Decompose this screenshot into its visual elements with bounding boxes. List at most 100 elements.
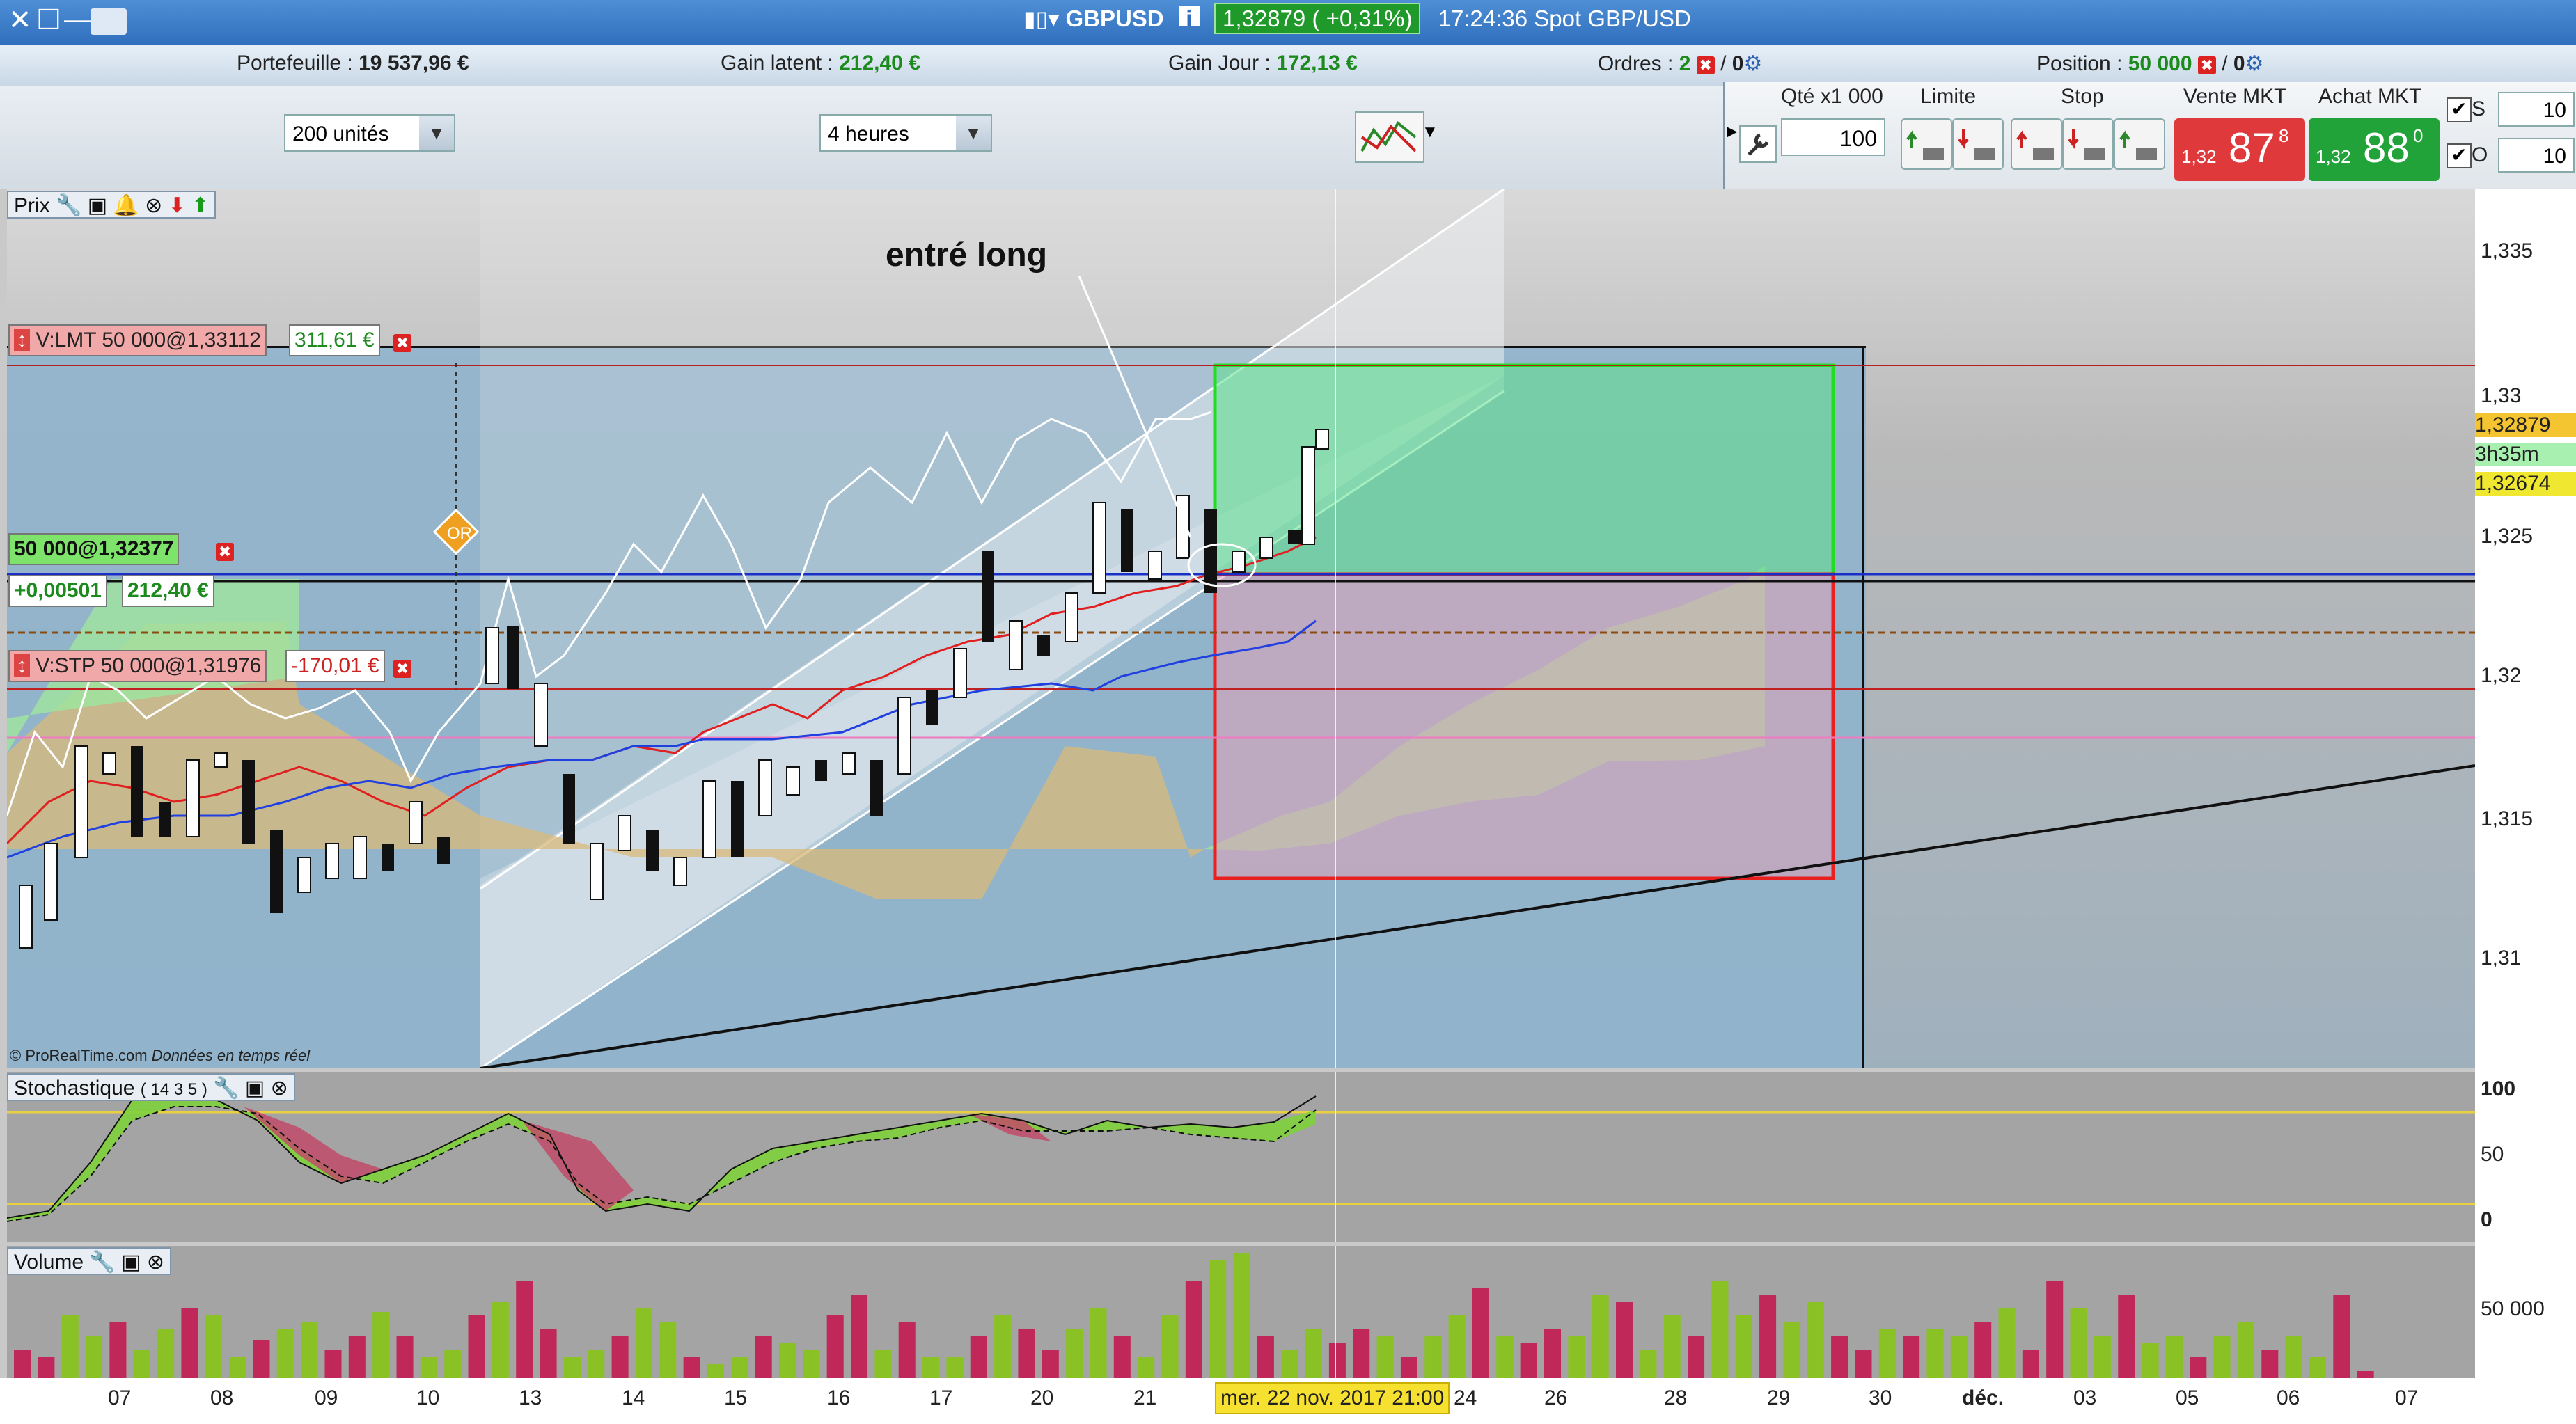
maximize-icon[interactable]: ☐ bbox=[36, 4, 61, 36]
target-distance-input[interactable]: 10 bbox=[2498, 138, 2575, 173]
gear-icon[interactable]: ⚙ bbox=[1743, 52, 1762, 75]
price-chart[interactable]: entré long OR Prix 🔧 ▣ 🔔 ⊗ ⬇ ⬆ ↕ V:LMT 5… bbox=[7, 189, 2475, 1068]
wrench-icon[interactable]: 🔧 bbox=[89, 1251, 115, 1274]
copyright: © ProRealTime.com Données en temps réel bbox=[10, 1047, 310, 1065]
move-up-icon[interactable]: ⬆ bbox=[191, 194, 209, 217]
sell-market-button[interactable]: 1,32 87 8 bbox=[2174, 118, 2305, 181]
volume-bar bbox=[109, 1322, 127, 1378]
wrench-icon[interactable]: 🔧 bbox=[56, 194, 81, 217]
time-axis[interactable]: 07 08 09 10 13 14 15 16 17 20 21 24 26 2… bbox=[0, 1378, 2475, 1424]
expand-icon[interactable]: ▶ bbox=[1727, 122, 1737, 140]
stop-checkbox[interactable]: ✔ bbox=[2447, 97, 2472, 122]
buy-stop-icon[interactable] bbox=[2011, 118, 2062, 170]
close-icon[interactable]: ✕ bbox=[8, 4, 32, 36]
limit-order-tag[interactable]: ↕ V:LMT 50 000@1,33112 bbox=[8, 324, 267, 356]
stop-order-loss: -170,01 € bbox=[285, 650, 385, 682]
minimize-icon[interactable]: — bbox=[64, 4, 92, 35]
wrench-icon[interactable]: 🔧 bbox=[213, 1077, 239, 1100]
info-icon[interactable]: i bbox=[1178, 6, 1200, 31]
volume-bar bbox=[2213, 1336, 2231, 1378]
volume-bar bbox=[1878, 1329, 1896, 1378]
chart-toolbar: 200 unités ▼ 4 heures ▼ ▼ bbox=[0, 86, 1727, 189]
stop-distance-input[interactable]: 10 bbox=[2498, 92, 2575, 127]
cancel-orders-icon[interactable]: ✖ bbox=[1696, 56, 1715, 74]
stochastic-canvas[interactable] bbox=[6, 1072, 2475, 1242]
volume-bar bbox=[731, 1357, 748, 1378]
gear-icon[interactable]: ⚙ bbox=[2245, 52, 2264, 75]
indicators-dropdown-icon[interactable]: ▼ bbox=[1422, 122, 1438, 142]
date-tick: 21 bbox=[1133, 1386, 1157, 1409]
window-icon[interactable]: ▣ bbox=[245, 1077, 265, 1100]
portfolio-value: 19 537,96 € bbox=[359, 52, 469, 74]
window-icon[interactable]: ▣ bbox=[121, 1251, 141, 1274]
symbol-label[interactable]: GBPUSD bbox=[1065, 6, 1163, 31]
price-tick: 1,33 bbox=[2481, 384, 2522, 407]
volume-bar bbox=[922, 1357, 940, 1378]
cancel-limit-order-icon[interactable]: ✖ bbox=[393, 334, 411, 352]
stop-label: Stop bbox=[2061, 85, 2104, 108]
position-tag[interactable]: 50 000@1,32377 bbox=[8, 533, 180, 565]
close-position-tag-icon[interactable]: ✖ bbox=[216, 543, 234, 561]
position-price-marker: 1,32674 bbox=[2475, 472, 2576, 496]
close-icon[interactable]: ⊗ bbox=[145, 194, 162, 217]
sell-stop-icon[interactable] bbox=[2062, 118, 2114, 170]
position-value[interactable]: 50 000 bbox=[2128, 52, 2192, 75]
date-tick: 05 bbox=[2176, 1386, 2199, 1409]
sell-limit-icon[interactable] bbox=[1952, 118, 2004, 170]
volume-bar bbox=[635, 1308, 652, 1378]
buy-price-small: 1,32 bbox=[2316, 146, 2351, 167]
volume-panel[interactable]: Volume 🔧 ▣ ⊗ bbox=[7, 1246, 2475, 1378]
indicators-icon[interactable] bbox=[1355, 111, 1424, 163]
chevron-down-icon[interactable]: ▼ bbox=[956, 116, 991, 150]
keyboard-icon[interactable] bbox=[91, 8, 127, 35]
volume-bar bbox=[1233, 1253, 1250, 1378]
drag-handle-icon[interactable]: ↕ bbox=[14, 329, 30, 351]
candle-countdown: 3h35m bbox=[2475, 443, 2576, 466]
volume-bar bbox=[1544, 1329, 1562, 1378]
volume-bar bbox=[683, 1357, 700, 1378]
window-icon[interactable]: ▣ bbox=[88, 194, 107, 217]
volume-bar bbox=[1903, 1336, 1920, 1378]
stochastic-panel[interactable]: Stochastique ( 14 3 5 ) 🔧 ▣ ⊗ bbox=[6, 1072, 2475, 1242]
price-chart-canvas[interactable]: entré long OR bbox=[7, 189, 2475, 1068]
orders-zero: 0 bbox=[1731, 52, 1744, 75]
chevron-down-icon[interactable]: ▼ bbox=[419, 116, 454, 150]
annotation-text: entré long bbox=[886, 237, 1047, 274]
cancel-stop-order-icon[interactable]: ✖ bbox=[393, 660, 411, 678]
volume-bar bbox=[874, 1350, 892, 1378]
target-checkbox[interactable]: ✔ bbox=[2447, 143, 2472, 168]
buy-limit-icon[interactable] bbox=[1901, 118, 1952, 170]
volume-bar bbox=[1974, 1322, 1992, 1378]
orders-count[interactable]: 2 bbox=[1679, 52, 1691, 75]
current-price: 1,32879 bbox=[1222, 6, 1306, 31]
volume-bar bbox=[1400, 1357, 1417, 1378]
date-tick: 16 bbox=[827, 1386, 851, 1409]
date-tick: 28 bbox=[1664, 1386, 1688, 1409]
buy-market-button[interactable]: 1,32 88 0 bbox=[2309, 118, 2440, 181]
close-position-icon[interactable]: ✖ bbox=[2197, 56, 2216, 74]
move-down-icon[interactable]: ⬇ bbox=[168, 194, 186, 217]
date-tick: 26 bbox=[1544, 1386, 1568, 1409]
volume-bar bbox=[2285, 1336, 2302, 1378]
period-select[interactable]: 4 heures ▼ bbox=[819, 114, 992, 152]
volume-bar bbox=[1592, 1295, 1609, 1378]
volume-bar bbox=[898, 1322, 916, 1378]
trailing-stop-icon[interactable] bbox=[2114, 118, 2165, 170]
wrench-icon[interactable] bbox=[1739, 125, 1777, 163]
close-icon[interactable]: ⊗ bbox=[271, 1077, 288, 1100]
units-select[interactable]: 200 unités ▼ bbox=[284, 114, 455, 152]
volume-canvas[interactable] bbox=[7, 1246, 2475, 1378]
volume-bar bbox=[946, 1357, 964, 1378]
candles-icon[interactable]: ▮▯▾ bbox=[1023, 6, 1059, 31]
order-panel: ▶ Qté x1 000 100 Limite Stop Vente MKT 1… bbox=[1723, 82, 2576, 189]
stop-order-tag[interactable]: ↕ V:STP 50 000@1,31976 bbox=[8, 650, 267, 682]
close-icon[interactable]: ⊗ bbox=[147, 1251, 164, 1274]
unrealized-gain-label: Gain latent : bbox=[721, 52, 833, 74]
drag-handle-icon[interactable]: ↕ bbox=[14, 654, 30, 677]
quantity-input[interactable]: 100 bbox=[1781, 118, 1885, 156]
bell-icon[interactable]: 🔔 bbox=[113, 194, 139, 217]
volume-bar bbox=[276, 1329, 294, 1378]
volume-bar bbox=[1663, 1315, 1681, 1378]
price-axis[interactable]: 1,335 1,33 1,325 1,32 1,315 1,31 1,32879… bbox=[2475, 189, 2576, 1424]
price-tick: 1,325 bbox=[2481, 525, 2534, 548]
